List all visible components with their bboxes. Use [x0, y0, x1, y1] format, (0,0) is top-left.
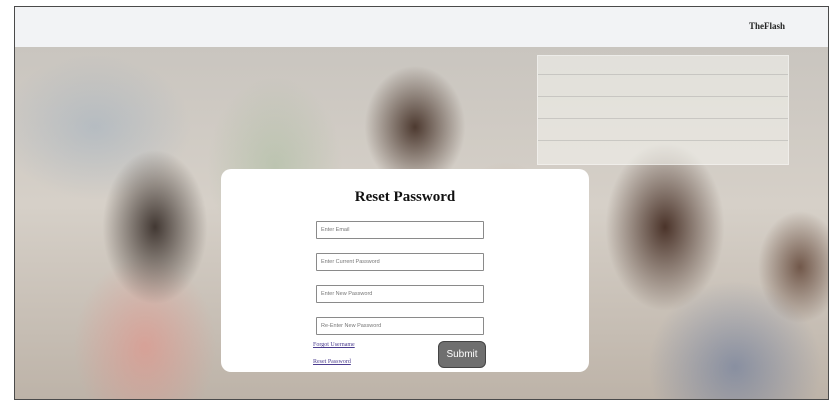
- brand-name[interactable]: TheFlash: [749, 21, 785, 31]
- form-title: Reset Password: [354, 189, 456, 205]
- new-password-field[interactable]: [316, 285, 484, 303]
- app-window: TheFlash Reset Password Forgot Username …: [14, 6, 829, 400]
- reset-password-link[interactable]: Reset Password: [313, 359, 351, 365]
- submit-button[interactable]: Submit: [438, 341, 486, 368]
- top-navbar: TheFlash: [15, 7, 828, 48]
- board-line: [538, 96, 788, 97]
- email-field[interactable]: [316, 221, 484, 239]
- reenter-new-password-field[interactable]: [316, 317, 484, 335]
- reset-password-card: Reset Password Forgot Username Reset Pas…: [221, 169, 589, 372]
- current-password-field[interactable]: [316, 253, 484, 271]
- board-line: [538, 140, 788, 141]
- board-line: [538, 118, 788, 119]
- forgot-username-link[interactable]: Forgot Username: [313, 342, 355, 348]
- whiteboard: [537, 55, 789, 165]
- board-line: [538, 74, 788, 75]
